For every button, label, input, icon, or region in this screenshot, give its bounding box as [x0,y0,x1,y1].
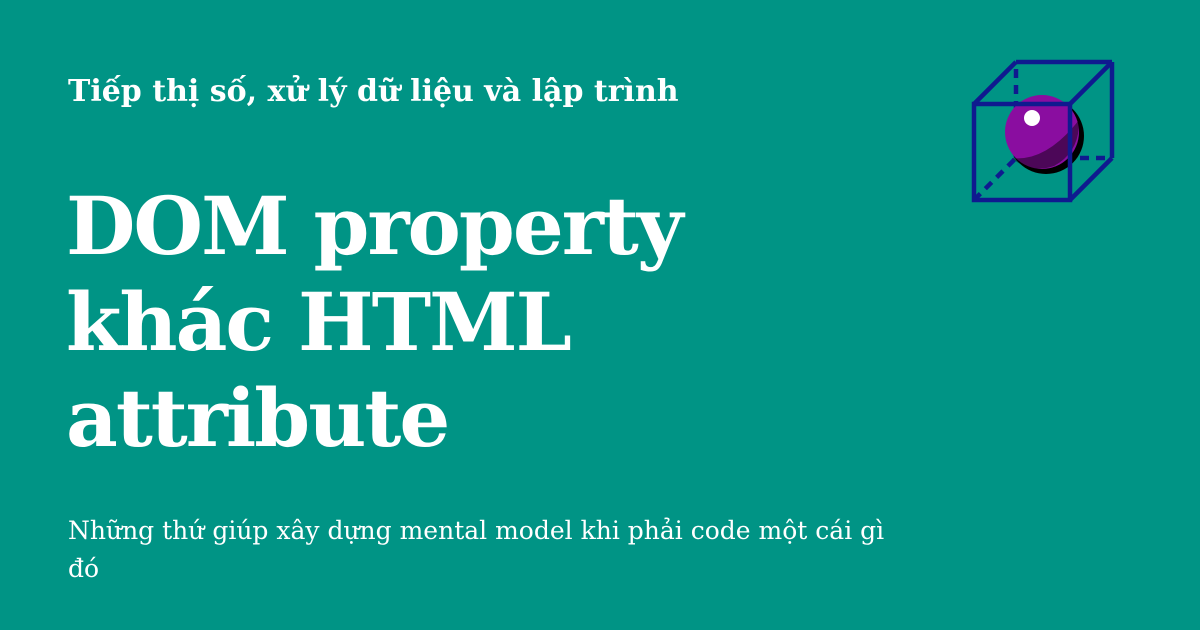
social-card: Tiếp thị số, xử lý dữ liệu và lập trình … [0,0,1200,630]
page-title: DOM property khác HTML attribute [66,179,683,465]
cube-hidden-edge [972,156,1018,202]
cube-edge [972,60,1018,106]
cube-sphere-icon [971,59,1115,203]
site-name: Tiếp thị số, xử lý dữ liệu và lập trình [68,74,679,109]
page-subtitle: Những thứ giúp xây dựng mental model khi… [68,516,885,583]
cube-edge [1068,60,1114,106]
sphere-highlight [1024,110,1040,126]
cube-edge [1068,156,1114,202]
